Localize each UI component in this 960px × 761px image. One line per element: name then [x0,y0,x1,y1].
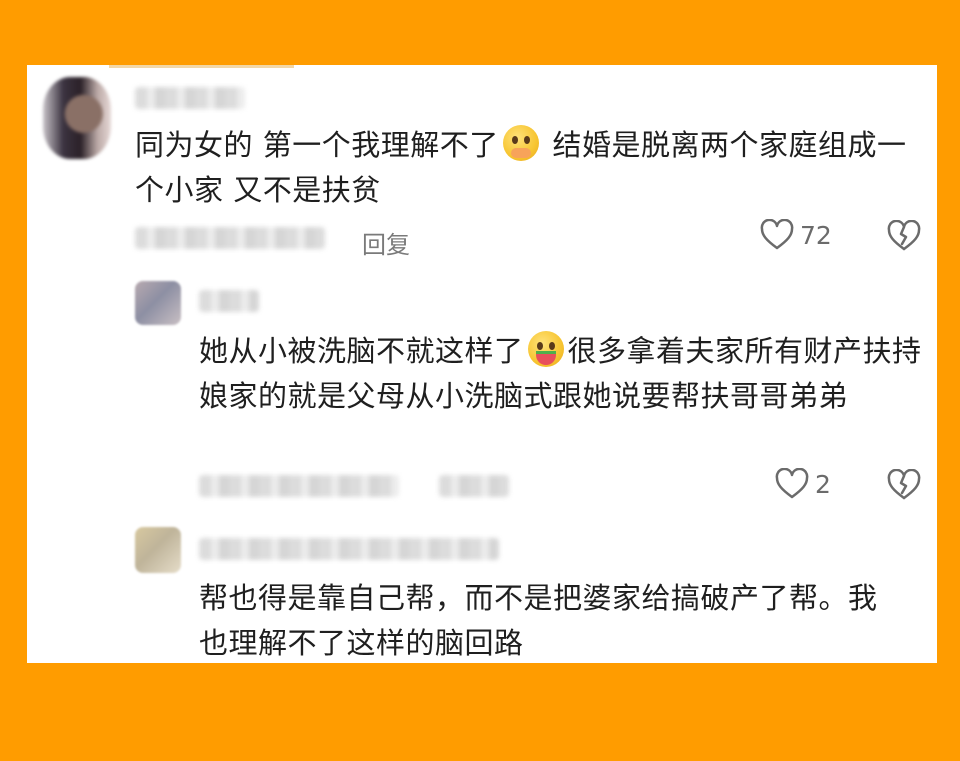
timestamp-blurred [199,475,399,497]
username-blurred[interactable] [199,290,259,312]
comment-text: 她从小被洗脑不就这样了 [199,334,524,368]
username-blurred[interactable] [135,87,245,109]
username-blurred[interactable] [199,538,499,560]
broken-heart-icon [887,469,921,501]
divider [109,65,294,68]
heart-icon [775,468,809,500]
watermelon-face-icon [527,331,564,367]
reply-button[interactable]: 回复 [362,225,410,260]
avatar[interactable] [135,281,181,325]
like-count: 2 [815,469,831,499]
avatar[interactable] [43,77,111,159]
dislike-button[interactable] [887,220,921,252]
reply-button-blurred[interactable] [439,475,509,497]
dislike-button[interactable] [887,469,921,501]
avatar[interactable] [135,527,181,573]
comment-body: 她从小被洗脑不就这样了 很多拿着夫家所有财产扶持娘家的就是父母从小洗脑式跟她说要帮… [199,329,929,419]
like-button[interactable]: 2 [775,468,831,500]
comment-body: 帮也得是靠自己帮，而不是把婆家给搞破产了帮。我也理解不了这样的脑回路 [199,581,878,660]
pleading-face-icon [502,125,539,161]
heart-icon [760,219,794,251]
timestamp-blurred [135,227,325,249]
comment-thread: 同为女的 第一个我理解不了 结婚是脱离两个家庭组成一个小家 又不是扶贫 回复 7… [27,65,937,663]
comment-body: 同为女的 第一个我理解不了 结婚是脱离两个家庭组成一个小家 又不是扶贫 [135,123,915,213]
comment-text: 同为女的 第一个我理解不了 [135,128,499,162]
like-count: 72 [800,220,832,250]
broken-heart-icon [887,220,921,252]
like-button[interactable]: 72 [760,219,832,251]
